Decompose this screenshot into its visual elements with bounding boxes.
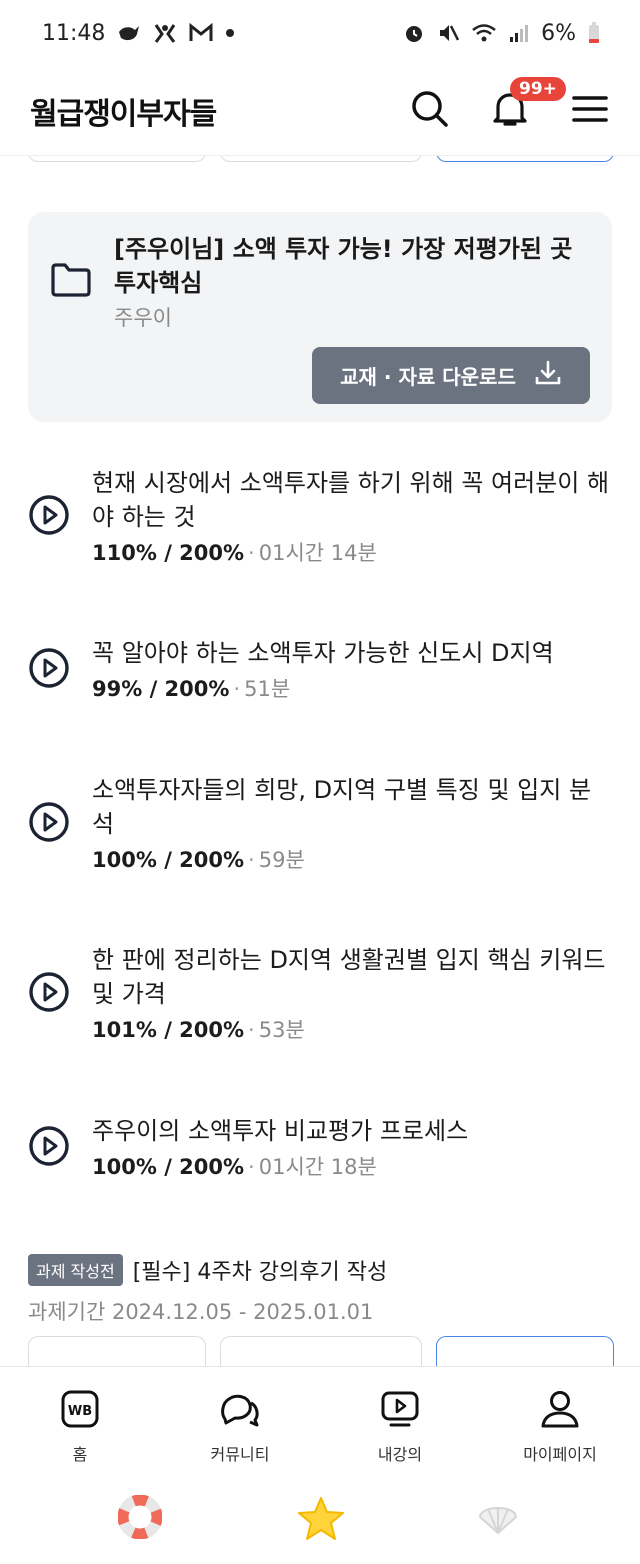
notification-badge: 99+ [510, 76, 566, 101]
star-icon[interactable] [296, 1495, 346, 1547]
app-header: 월급쟁이부자들 99+ [0, 66, 640, 156]
lifebuoy-icon[interactable] [117, 1494, 163, 1543]
download-materials-button[interactable]: 교재 · 자료 다운로드 [312, 347, 590, 404]
download-button-label: 교재 · 자료 다운로드 [340, 365, 516, 389]
play-circle-icon[interactable] [28, 1125, 70, 1171]
svg-text:WB: WB [68, 1404, 92, 1419]
lecture-title: 한 판에 정리하는 D지역 생활권별 입지 핵심 키워드 및 가격 [92, 946, 606, 1008]
brand-logo[interactable]: 월급쟁이부자들 [30, 89, 217, 133]
lecture-item[interactable]: 한 판에 정리하는 D지역 생활권별 입지 핵심 키워드 및 가격 101% /… [28, 943, 612, 1045]
folder-icon [50, 262, 92, 302]
nav-label: 내강의 [377, 1445, 423, 1464]
lecture-item[interactable]: 꼭 알아야 하는 소액투자 가능한 신도시 D지역 99% / 200% · 51분 [28, 636, 612, 704]
lecture-progress: 100% / 200% [92, 848, 245, 872]
nav-label: 마이페이지 [523, 1445, 597, 1464]
lecture-title: 현재 시장에서 소액투자를 하기 위해 꼭 여러분이 해야 하는 것 [92, 469, 610, 531]
lecture-duration: 01시간 14분 [258, 541, 377, 565]
play-circle-icon[interactable] [28, 647, 70, 693]
lecture-duration: 51분 [244, 677, 291, 701]
search-button[interactable] [410, 90, 450, 132]
alarm-icon [403, 22, 425, 44]
bottom-navigation: WB 홈 커뮤니티 내강의 마이페이지 [0, 1366, 640, 1564]
search-icon [411, 90, 449, 132]
lecture-duration: 59분 [258, 848, 305, 872]
person-icon [540, 1389, 580, 1433]
nav-label: 홈 [72, 1445, 88, 1464]
people-app-icon [153, 22, 177, 44]
lecture-title: 소액투자자들의 희망, D지역 구별 특징 및 입지 분석 [92, 776, 592, 838]
assignment-title[interactable]: [필수] 4주차 강의후기 작성 [133, 1254, 388, 1286]
download-icon [534, 359, 562, 392]
status-bar: 11:48 6% [0, 0, 640, 66]
notification-dot-icon [225, 28, 235, 38]
nav-home[interactable]: WB 홈 [10, 1389, 150, 1465]
play-circle-icon[interactable] [28, 971, 70, 1017]
lecture-item[interactable]: 현재 시장에서 소액투자를 하기 위해 꼭 여러분이 해야 하는 것 110% … [28, 466, 612, 568]
status-time: 11:48 [42, 20, 106, 46]
menu-button[interactable] [570, 91, 610, 131]
bird-app-icon [117, 22, 141, 44]
mail-icon [189, 23, 213, 43]
lecture-progress: 100% / 200% [92, 1155, 245, 1179]
signal-icon [509, 23, 529, 43]
lecture-title: 주우이의 소액투자 비교평가 프로세스 [92, 1117, 469, 1145]
wb-home-icon: WB [60, 1389, 100, 1433]
nav-my-lectures[interactable]: 내강의 [330, 1389, 470, 1465]
play-screen-icon [380, 1389, 420, 1433]
lecture-progress: 110% / 200% [92, 541, 245, 565]
clipped-action-buttons-bottom [28, 1336, 614, 1366]
wifi-icon [471, 22, 497, 44]
assignment-section: 과제 작성전 [필수] 4주차 강의후기 작성 과제기간 2024.12.05 … [28, 1254, 612, 1326]
material-title: [주우이님] 소액 투자 가능! 가장 저평가된 곳 투자핵심 [114, 235, 573, 297]
lecture-progress: 101% / 200% [92, 1018, 245, 1042]
hamburger-menu-icon [572, 94, 608, 128]
assignment-status-badge: 과제 작성전 [28, 1254, 123, 1286]
nav-community[interactable]: 커뮤니티 [170, 1389, 310, 1465]
battery-percent: 6% [541, 20, 576, 46]
chat-bubbles-icon [219, 1389, 261, 1433]
battery-icon [588, 22, 600, 44]
lecture-item[interactable]: 소액투자자들의 희망, D지역 구별 특징 및 입지 분석 100% / 200… [28, 773, 612, 875]
notification-button[interactable]: 99+ [490, 76, 566, 131]
course-material-card: [주우이님] 소액 투자 가능! 가장 저평가된 곳 투자핵심 주우이 교재 ·… [28, 212, 612, 422]
mute-icon [437, 22, 460, 44]
lecture-item[interactable]: 주우이의 소액투자 비교평가 프로세스 100% / 200% · 01시간 18분 [28, 1114, 612, 1182]
shell-icon[interactable] [476, 1495, 520, 1543]
play-circle-icon[interactable] [28, 801, 70, 847]
material-author: 주우이 [114, 306, 172, 330]
lecture-duration: 53분 [258, 1018, 305, 1042]
lecture-progress: 99% / 200% [92, 677, 230, 701]
lecture-duration: 01시간 18분 [258, 1155, 377, 1179]
assignment-period: 과제기간 2024.12.05 - 2025.01.01 [28, 1300, 374, 1324]
play-circle-icon[interactable] [28, 494, 70, 540]
nav-my-page[interactable]: 마이페이지 [490, 1389, 630, 1465]
nav-label: 커뮤니티 [210, 1445, 270, 1464]
lecture-title: 꼭 알아야 하는 소액투자 가능한 신도시 D지역 [92, 639, 554, 667]
